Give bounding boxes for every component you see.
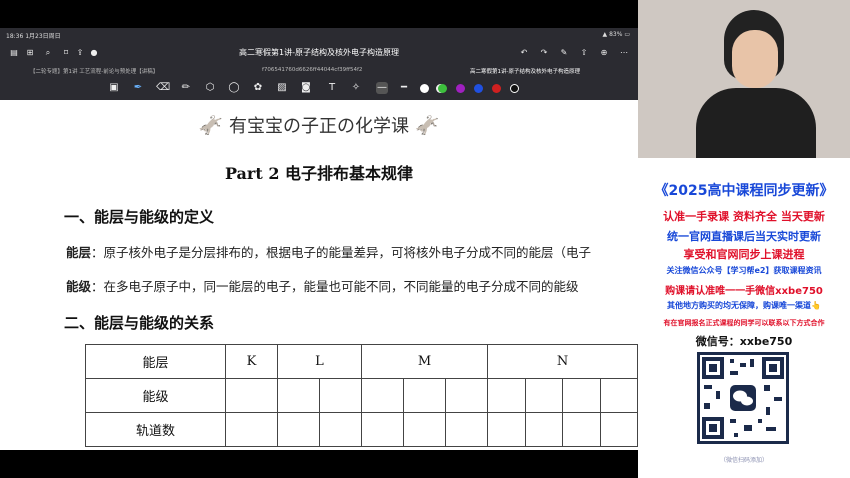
battery-indicator: ▲ 83% ▭	[602, 31, 630, 38]
section-heading-2: 二、能层与能级的关系	[64, 314, 215, 332]
donkey-right-icon: 🫏	[414, 113, 440, 137]
shell-cell-l: L	[277, 344, 362, 379]
qr-caption: （微信扫码添加）	[719, 457, 768, 464]
tab-3-active[interactable]: 高二寒假第1讲-原子结构及核外电子构造原理	[470, 67, 580, 75]
more-icon[interactable]: ⋯	[618, 47, 630, 59]
table-row: 轨道数	[85, 412, 638, 447]
ad-line-3: 享受和官网同步上课进程	[683, 248, 805, 261]
table-row: 能级	[85, 378, 638, 413]
tab-2[interactable]: f706541760d6626ff44044cf39ff54f2	[262, 67, 362, 73]
screen-bottom-bar	[0, 450, 638, 478]
stroke-thin-icon[interactable]: —	[376, 82, 388, 94]
status-bar: 18:36 1月23日周日 ▲ 83% ▭	[0, 28, 638, 42]
color-swatch-purple[interactable]	[456, 84, 465, 93]
color-swatch-green[interactable]	[438, 84, 447, 93]
pen-icon[interactable]: ✒	[132, 82, 144, 94]
wechat-id: 微信号：xxbe750	[695, 335, 793, 348]
ad-line-2: 统一官网直播课后当天实时更新	[667, 230, 821, 243]
textbox-icon[interactable]: T	[326, 82, 338, 94]
person-body	[696, 88, 816, 158]
ad-line-5: 购课请认准唯一一手微信xxbe750	[665, 286, 823, 297]
image-icon[interactable]: ▨	[276, 82, 288, 94]
redo-icon[interactable]: ↷	[538, 47, 550, 59]
status-time: 18:36 1月23日周日	[6, 33, 61, 40]
camera-icon[interactable]: ◙	[300, 82, 312, 94]
ad-line-4: 关注微信公众号【学习帮e2】获取课程资讯	[666, 266, 822, 275]
text-reader-icon[interactable]: ▣	[108, 82, 120, 94]
laser-icon[interactable]: ✧	[350, 82, 362, 94]
shell-cell-m: M	[361, 344, 488, 379]
stroke-thick-icon[interactable]: ━	[398, 82, 410, 94]
sticker-icon[interactable]: ✿	[252, 82, 264, 94]
part-title: Part 2 电子排布基本规律	[224, 164, 414, 183]
lasso-icon[interactable]: ◯	[228, 82, 240, 94]
course-banner: 🫏 有宝宝の子正の化学课 🫏	[198, 113, 440, 137]
donkey-left-icon: 🫏	[198, 113, 224, 137]
row-label: 轨道数	[85, 412, 226, 447]
qr-code[interactable]	[697, 352, 789, 444]
color-swatch-black[interactable]	[510, 84, 519, 93]
add-page-icon[interactable]: ⊕	[598, 47, 610, 59]
shell-cell-k: K	[225, 344, 278, 379]
ad-line-6: 其他地方购买的均无保障，购课唯一渠道👆	[667, 301, 821, 310]
export-icon[interactable]: ⇧	[578, 47, 590, 59]
ad-line-1: 认准一手录课 资料齐全 当天更新	[663, 210, 825, 223]
row-label: 能级	[85, 378, 226, 413]
undo-icon[interactable]: ↶	[518, 47, 530, 59]
shape-icon[interactable]: ⬡	[204, 82, 216, 94]
person-face	[732, 30, 778, 88]
table-row: 能层 K L M N	[85, 344, 638, 379]
eraser-icon[interactable]: ⌫	[156, 82, 170, 94]
paragraph-subshell: 能级：在多电子原子中，同一能层的电子，能量也可能不同，不同能量的电子分成不同的能…	[66, 279, 579, 294]
color-swatch-white[interactable]	[420, 84, 429, 93]
tab-1[interactable]: 【二轮专题】第1讲 工艺流程-前论与预处理【讲稿】	[30, 67, 158, 75]
highlighter-icon[interactable]: ✏	[180, 82, 192, 94]
color-swatch-blue[interactable]	[474, 84, 483, 93]
tab-bar: 【二轮专题】第1讲 工艺流程-前论与预处理【讲稿】 f706541760d662…	[0, 64, 638, 78]
title-row: ▤ ⊞ ⌕ ⌑ ⇪ ● 高二寒假第1讲-原子结构及核外电子构造原理 ↶ ↷ ✎ …	[0, 42, 638, 64]
ad-line-7: 有在官网报名正式课程的同学可以联系以下方式合作	[663, 319, 825, 327]
pen-mode-icon[interactable]: ✎	[558, 47, 570, 59]
drawing-toolbar: ▣ ✒ ⌫ ✏ ⬡ ◯ ✿ ▨ ◙ T ✧ — ━	[0, 78, 638, 100]
row-label: 能层	[85, 344, 226, 379]
color-swatch-red[interactable]	[492, 84, 501, 93]
qr-code-pattern	[702, 357, 784, 439]
paragraph-shell: 能层：原子核外电子是分层排布的，根据电子的能量差异，可将核外电子分成不同的能层（…	[66, 245, 592, 260]
teacher-video	[638, 0, 850, 158]
section-heading-1: 一、能层与能级的定义	[64, 208, 215, 226]
shell-subshell-table: 能层 K L M N 能级 轨道数	[85, 344, 638, 447]
ad-headline: 《2025高中课程同步更新》	[654, 183, 834, 199]
shell-cell-n: N	[487, 344, 638, 379]
